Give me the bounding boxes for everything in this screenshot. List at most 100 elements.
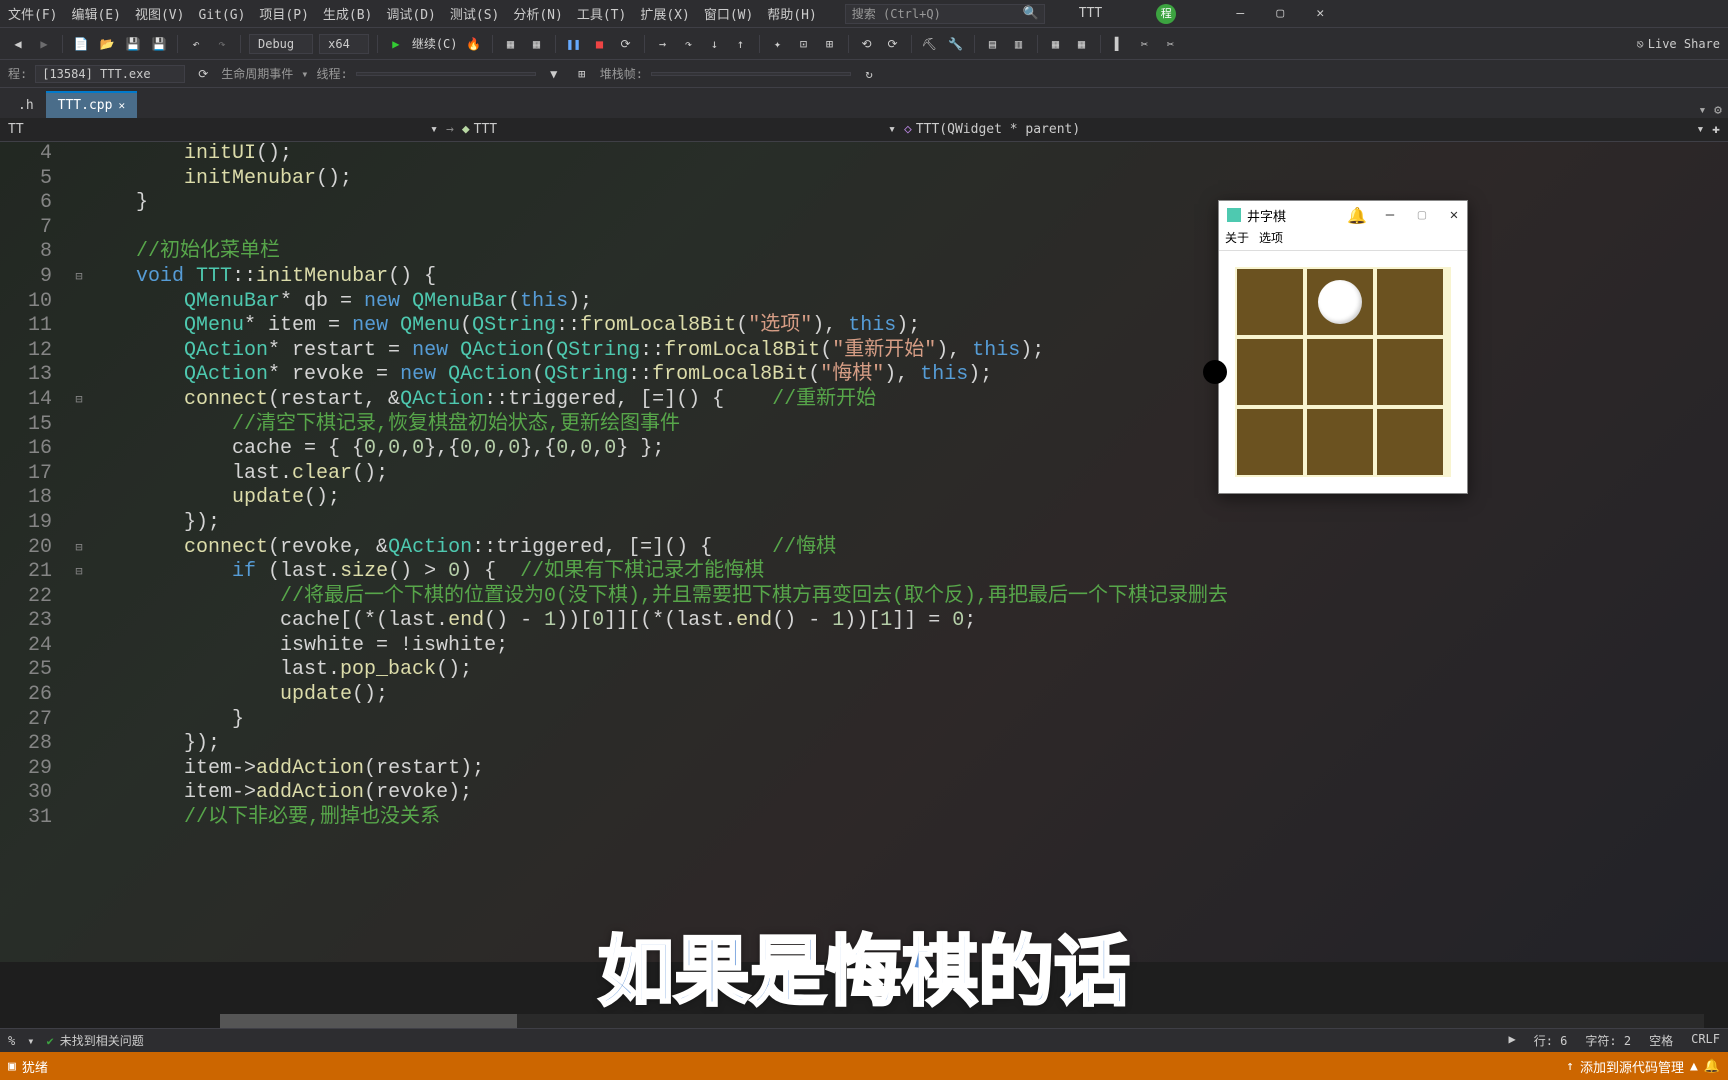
zoom-percent[interactable]: % xyxy=(8,1034,15,1048)
menu-item[interactable]: 扩展(X) xyxy=(640,8,689,23)
tool-icon[interactable]: ▦ xyxy=(1072,34,1092,54)
menu-item[interactable]: 分析(N) xyxy=(513,8,562,23)
notification-icon[interactable]: 🔔 xyxy=(1347,206,1367,225)
game-window[interactable]: 井字棋 🔔 – ▢ ✕ 关于 选项 xyxy=(1218,200,1468,494)
tool-icon[interactable]: ▥ xyxy=(1009,34,1029,54)
game-menu-about[interactable]: 关于 xyxy=(1225,229,1249,250)
game-minimize-icon[interactable]: – xyxy=(1381,207,1399,223)
code-editor[interactable]: 4567891011121314151617181920212223242526… xyxy=(0,142,1728,962)
board-cell[interactable] xyxy=(1307,269,1373,335)
menu-item[interactable]: 文件(F) xyxy=(8,8,57,23)
tool-icon[interactable]: ▦ xyxy=(1046,34,1066,54)
board-cell[interactable] xyxy=(1237,269,1303,335)
board-cell[interactable] xyxy=(1377,409,1443,475)
menu-item[interactable]: 帮助(H) xyxy=(767,8,816,23)
board-cell[interactable] xyxy=(1377,339,1443,405)
undo-icon[interactable]: ↶ xyxy=(186,34,206,54)
menu-item[interactable]: 工具(T) xyxy=(577,8,626,23)
game-maximize-icon[interactable]: ▢ xyxy=(1413,207,1431,223)
scrollbar-thumb[interactable] xyxy=(220,1014,517,1028)
live-share-button[interactable]: ⎋ Live Share xyxy=(1637,37,1720,51)
back-icon[interactable]: ◀ xyxy=(8,34,28,54)
tool-icon[interactable]: ⛏ xyxy=(920,34,940,54)
menu-item[interactable]: 测试(S) xyxy=(450,8,499,23)
user-avatar[interactable]: 程 xyxy=(1156,4,1176,24)
tool-icon[interactable]: ▤ xyxy=(983,34,1003,54)
hot-reload-icon[interactable]: 🔥 xyxy=(464,34,484,54)
tool-icon[interactable]: ⟳ xyxy=(883,34,903,54)
tool-icon[interactable]: ✦ xyxy=(768,34,788,54)
tool-icon[interactable]: ↻ xyxy=(859,64,879,84)
breadcrumb-namespace[interactable]: TT ▾ xyxy=(8,122,438,137)
tool-icon[interactable]: ⊞ xyxy=(820,34,840,54)
menu-item[interactable]: 窗口(W) xyxy=(704,8,753,23)
platform-dropdown[interactable]: x64 xyxy=(319,34,369,54)
continue-icon[interactable]: ▶ xyxy=(386,34,406,54)
save-all-icon[interactable]: 💾 xyxy=(149,34,169,54)
pause-icon[interactable]: ❚❚ xyxy=(564,34,584,54)
tool-icon[interactable]: ▦ xyxy=(527,34,547,54)
game-titlebar[interactable]: 井字棋 🔔 – ▢ ✕ xyxy=(1219,201,1467,229)
board-cell[interactable] xyxy=(1237,409,1303,475)
tool-icon[interactable]: ⟲ xyxy=(857,34,877,54)
redo-icon[interactable]: ↷ xyxy=(212,34,232,54)
game-close-icon[interactable]: ✕ xyxy=(1445,207,1463,223)
tool-icon[interactable]: ✂ xyxy=(1135,34,1155,54)
close-button[interactable]: ✕ xyxy=(1310,4,1330,24)
restart-icon[interactable]: ⟳ xyxy=(616,34,636,54)
save-icon[interactable]: 💾 xyxy=(123,34,143,54)
tool-icon[interactable]: 🔧 xyxy=(946,34,966,54)
tool-icon[interactable]: ▌ xyxy=(1109,34,1129,54)
code-area[interactable]: initUI(); initMenubar(); } //初始化菜单栏 void… xyxy=(88,142,1728,831)
open-icon[interactable]: 📂 xyxy=(97,34,117,54)
continue-label[interactable]: 继续(C) xyxy=(412,35,458,52)
board-cell[interactable] xyxy=(1237,339,1303,405)
maximize-button[interactable]: ▢ xyxy=(1270,4,1290,24)
menu-item[interactable]: 生成(B) xyxy=(323,8,372,23)
scm-button[interactable]: 添加到源代码管理 xyxy=(1580,1057,1684,1076)
new-file-icon[interactable]: 📄 xyxy=(71,34,91,54)
menu-item[interactable]: 项目(P) xyxy=(259,8,308,23)
config-dropdown[interactable]: Debug xyxy=(249,34,313,54)
step-into-icon[interactable]: ↓ xyxy=(705,34,725,54)
game-title: 井字棋 xyxy=(1247,206,1286,225)
step-out-icon[interactable]: ↑ xyxy=(731,34,751,54)
filter-icon[interactable]: ▼ xyxy=(544,64,564,84)
board-cell[interactable] xyxy=(1307,339,1373,405)
breadcrumb-method[interactable]: ◇ TTT(QWidget * parent) ▾ ✚ xyxy=(904,122,1720,137)
ready-label: 犹绪 xyxy=(22,1057,48,1076)
board-cell[interactable] xyxy=(1377,269,1443,335)
menu-item[interactable]: 视图(V) xyxy=(135,8,184,23)
menu-item[interactable]: Git(G) xyxy=(198,8,245,23)
menu-item[interactable]: 调试(D) xyxy=(386,8,435,23)
minimize-button[interactable]: – xyxy=(1230,4,1250,24)
forward-icon[interactable]: ▶ xyxy=(34,34,54,54)
tool-icon[interactable]: ⊞ xyxy=(572,64,592,84)
step-icon[interactable]: → xyxy=(653,34,673,54)
tab-overflow-icon[interactable]: ▾ ⚙ xyxy=(1699,103,1728,118)
board-cell[interactable] xyxy=(1307,409,1373,475)
notifications-icon[interactable]: 🔔 xyxy=(1704,1059,1720,1074)
scroll-arrow-icon[interactable]: ▶ xyxy=(1508,1032,1515,1049)
tab-close-icon[interactable]: ✕ xyxy=(118,99,125,112)
game-board[interactable] xyxy=(1219,251,1467,493)
tool-icon[interactable]: ✂ xyxy=(1161,34,1181,54)
refresh-icon[interactable]: ⟳ xyxy=(193,64,213,84)
stop-icon[interactable]: ■ xyxy=(590,34,610,54)
fold-gutter[interactable]: ⊟⊟⊟⊟ xyxy=(70,142,88,831)
search-input[interactable]: 搜索 (Ctrl+Q) xyxy=(845,4,1045,24)
process-dropdown[interactable]: [13584] TTT.exe xyxy=(35,65,185,83)
stackframe-dropdown[interactable] xyxy=(651,72,851,76)
insert-mode[interactable]: 空格 xyxy=(1649,1032,1673,1049)
tab-ttt-cpp[interactable]: TTT.cpp ✕ xyxy=(46,91,137,118)
step-over-icon[interactable]: ↷ xyxy=(679,34,699,54)
line-ending[interactable]: CRLF xyxy=(1691,1032,1720,1049)
issues-status[interactable]: 未找到相关问题 xyxy=(60,1032,144,1049)
breadcrumb-class[interactable]: → ◆ TTT ▾ xyxy=(446,122,896,137)
thread-dropdown[interactable] xyxy=(356,72,536,76)
menu-item[interactable]: 编辑(E) xyxy=(71,8,120,23)
tab-header[interactable]: .h xyxy=(6,93,46,118)
game-menu-options[interactable]: 选项 xyxy=(1259,229,1283,250)
tool-icon[interactable]: ▦ xyxy=(501,34,521,54)
tool-icon[interactable]: ⊡ xyxy=(794,34,814,54)
